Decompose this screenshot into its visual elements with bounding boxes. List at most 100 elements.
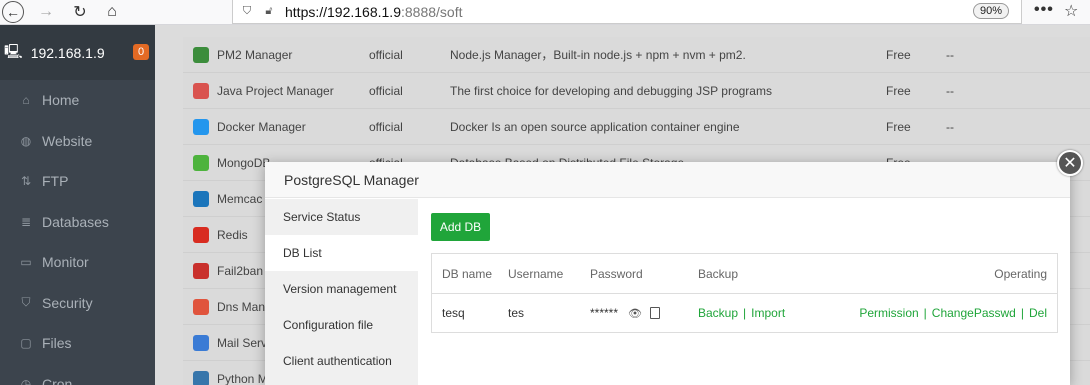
tab-version-management[interactable]: Version management (265, 271, 418, 307)
software-name[interactable]: Docker Manager (217, 120, 306, 134)
software-type: official (369, 119, 403, 134)
folder-icon: ▢ (20, 336, 32, 351)
back-arrow-icon[interactable]: ← (2, 1, 24, 23)
software-name[interactable]: Python M (217, 372, 268, 385)
page-actions-icon[interactable]: ••• (1034, 1, 1054, 19)
header-username: Username (508, 266, 564, 281)
sidebar-item-security[interactable]: ⛉ Security (0, 283, 155, 324)
table-row: PM2 Manager official Node.js Manager，Built… (183, 37, 1090, 73)
app-icon (193, 370, 209, 385)
url-host: https://192.168.1.9 (285, 3, 401, 20)
url-text[interactable]: https://192.168.1.9:8888/soft (285, 4, 462, 20)
sidebar-item-databases[interactable]: ≣ Databases (0, 202, 155, 243)
header-password: Password (590, 266, 643, 281)
software-expire: -- (946, 47, 954, 62)
permission-link[interactable]: Permission (859, 306, 918, 320)
import-link[interactable]: Import (751, 306, 785, 320)
software-type: official (369, 47, 403, 62)
sidebar: 🖳︎ 192.168.1.9 0 ⌂ Home ◍ Website ⇅ FTP ≣ Datab… (0, 25, 155, 385)
copy-icon[interactable] (650, 307, 660, 319)
backup-cell: Backup | Import (698, 306, 848, 320)
bookmark-star-icon[interactable]: ☆ (1064, 1, 1078, 21)
app-icon (193, 262, 209, 279)
table-row: Docker Manager official Docker Is an open … (183, 109, 1090, 145)
software-description: Node.js Manager，Built-in node.js + npm +… (450, 48, 746, 62)
software-name[interactable]: Dns Man (217, 300, 265, 314)
postgresql-manager-dialog: PostgreSQL Manager Service Status DB List… (265, 162, 1070, 385)
sidebar-item-label: Cron (42, 375, 73, 385)
software-name[interactable]: Memcac (217, 192, 262, 206)
table-row: Java Project Manager official The first ch… (183, 73, 1090, 109)
notification-badge[interactable]: 0 (133, 44, 150, 60)
shield-icon[interactable]: ⛉ (239, 4, 255, 20)
username-cell: tes (508, 306, 525, 320)
divider: | (1020, 306, 1024, 320)
divider: | (743, 306, 747, 320)
tab-client-authentication[interactable]: Client authentication (265, 343, 418, 379)
sidebar-item-monitor[interactable]: ▭ Monitor (0, 242, 155, 283)
software-name[interactable]: Java Project Manager (217, 84, 334, 98)
software-price: Free (886, 83, 911, 98)
sidebar-item-cron[interactable]: ◷ Cron (0, 364, 155, 385)
sidebar-item-ftp[interactable]: ⇅ FTP (0, 161, 155, 202)
delete-link[interactable]: Del (1029, 306, 1047, 320)
app-icon (193, 154, 209, 171)
db-table: DB name Username Password Backup Operati… (431, 253, 1058, 333)
software-price: Free (886, 47, 911, 62)
dialog-title: PostgreSQL Manager (265, 162, 1070, 198)
home-icon: ⌂ (22, 93, 30, 108)
dialog-tabs: Service Status DB List Version management C… (265, 199, 418, 385)
sidebar-item-label: Home (42, 92, 80, 109)
header-backup: Backup (698, 266, 739, 281)
eye-icon[interactable]: 👁︎ (628, 307, 642, 320)
software-name-cell: Docker Manager (183, 118, 369, 135)
db-name-cell: tesq (442, 306, 465, 320)
sidebar-item-label: Monitor (42, 254, 89, 271)
url-path: :8888/soft (400, 3, 463, 20)
app-icon (193, 46, 209, 63)
monitor-icon: ▭ (20, 255, 32, 270)
sidebar-item-files[interactable]: ▢ Files (0, 323, 155, 364)
software-name[interactable]: Redis (217, 228, 248, 242)
sidebar-item-home[interactable]: ⌂ Home (0, 80, 155, 121)
zoom-level[interactable]: 90% (972, 3, 1009, 19)
host-label: 192.168.1.9 (30, 44, 105, 61)
divider: | (923, 306, 927, 320)
header-db-name: DB name (442, 266, 493, 281)
monitor-icon: 🖳︎ (4, 42, 23, 59)
change-password-link[interactable]: ChangePasswd (932, 306, 1016, 320)
backup-link[interactable]: Backup (698, 306, 738, 320)
shield-icon: ⛉ (21, 295, 31, 310)
app-icon (193, 334, 209, 351)
sidebar-item-website[interactable]: ◍ Website (0, 121, 155, 162)
home-icon[interactable]: ⌂ (100, 0, 124, 24)
software-name[interactable]: Fail2ban (217, 264, 263, 278)
software-expire: -- (946, 83, 954, 98)
password-mask: ****** (590, 306, 619, 320)
tab-configuration-file[interactable]: Configuration file (265, 307, 418, 343)
software-description: The first choice for developing and debu… (450, 83, 772, 98)
sidebar-item-label: Website (42, 132, 93, 149)
operating-cell: Permission | ChangePasswd | Del (848, 306, 1057, 320)
close-icon[interactable]: ✕ (1057, 150, 1083, 176)
globe-icon: ◍ (20, 133, 32, 148)
software-name-cell: Java Project Manager (183, 82, 369, 99)
app-icon (193, 226, 209, 243)
table-row: tesq tes ****** 👁︎ Backup | Import Permiss… (432, 294, 1057, 332)
db-table-header: DB name Username Password Backup Operati… (432, 254, 1057, 294)
forward-arrow-icon[interactable]: → (34, 0, 58, 24)
db-list-panel: Add DB DB name Username Password Backup … (418, 199, 1070, 385)
software-name[interactable]: MongoDB (217, 156, 270, 170)
software-name[interactable]: PM2 Manager (217, 48, 292, 62)
reload-icon[interactable]: ↻ (68, 0, 92, 24)
tab-db-list[interactable]: DB List (265, 235, 418, 271)
software-type: official (369, 83, 403, 98)
sidebar-item-label: Security (42, 294, 93, 311)
header-operating: Operating (994, 266, 1047, 281)
address-bar[interactable]: ⛉ 🔓︎ https://192.168.1.9:8888/soft 90% (232, 0, 1022, 24)
software-name[interactable]: Mail Serv (217, 336, 267, 350)
add-db-button[interactable]: Add DB (431, 213, 490, 241)
tab-service-status[interactable]: Service Status (265, 199, 418, 235)
insecure-lock-icon[interactable]: 🔓︎ (261, 4, 277, 20)
password-cell: ****** 👁︎ (590, 306, 698, 320)
